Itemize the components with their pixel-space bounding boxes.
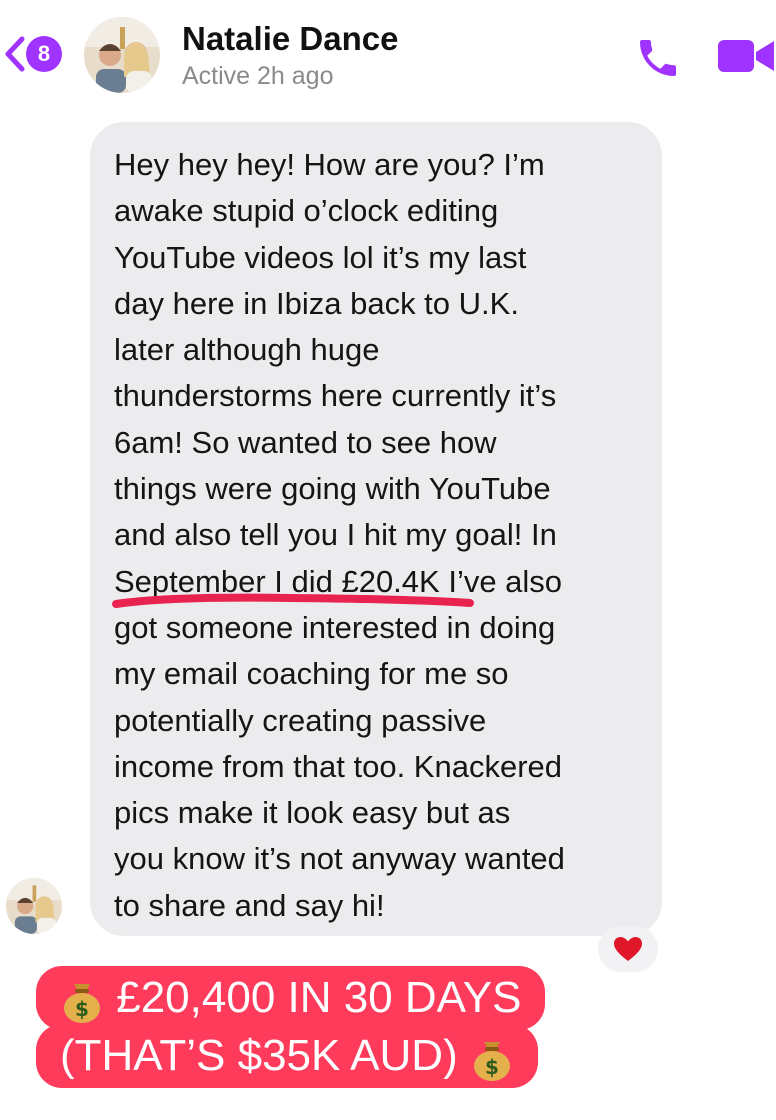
money-bag-icon: $ (64, 984, 100, 1024)
video-call-button[interactable] (716, 36, 776, 76)
contact-avatar[interactable] (84, 17, 160, 93)
call-button[interactable] (634, 34, 682, 82)
highlight-underline (112, 593, 474, 608)
banner-line-2: (THAT’S $35K AUD) $ (36, 1024, 538, 1088)
message-line: things were going with YouTube (114, 471, 551, 507)
message-line: day here in Ibiza back to U.K. (114, 285, 519, 321)
message-bubble[interactable]: Hey hey hey! How are you? I’m awake stup… (90, 122, 662, 936)
message-line: thunderstorms here currently it’s (114, 378, 557, 414)
phone-icon (640, 40, 676, 76)
message-text: Hey hey hey! How are you? I’m awake stup… (114, 142, 644, 929)
active-status: Active 2h ago (182, 62, 334, 90)
message-line: later although huge (114, 332, 380, 368)
message-line: you know it’s not anyway wanted (114, 841, 565, 877)
message-line: and also tell you I hit my goal! In (114, 517, 557, 553)
banner-amount-text: £20,400 IN 30 DAYS (116, 973, 522, 1022)
heart-reaction[interactable] (598, 926, 658, 972)
message-line: to share and say hi! (114, 887, 385, 923)
message-line: income from that too. Knackered (114, 748, 563, 784)
chevron-left-icon (5, 36, 25, 72)
heart-icon (614, 937, 642, 961)
message-line: 6am! So wanted to see how (114, 424, 497, 460)
message-line: pics make it look easy but as (114, 795, 511, 831)
money-bag-icon: $ (473, 1042, 510, 1082)
chat-header: 8 Natalie Dance Active 2h ago (0, 0, 776, 112)
message-line: awake stupid o’clock editing (114, 193, 499, 229)
message-line: Hey hey hey! How are you? I’m (114, 147, 545, 182)
message-line: YouTube videos lol it’s my last (114, 239, 527, 275)
svg-text:$: $ (485, 1055, 499, 1079)
back-button[interactable]: 8 (4, 36, 68, 72)
unread-count-badge: 8 (26, 36, 62, 72)
video-camera-icon (718, 40, 774, 72)
banner-aud-text: (THAT’S $35K AUD) (60, 1031, 458, 1080)
message-line: potentially creating passive (114, 702, 487, 738)
svg-text:$: $ (75, 997, 89, 1021)
message-line: my email coaching for me so (114, 656, 509, 692)
sender-avatar[interactable] (6, 878, 62, 934)
contact-name[interactable]: Natalie Dance (182, 20, 398, 58)
banner-line-1: $ £20,400 IN 30 DAYS (36, 966, 546, 1030)
